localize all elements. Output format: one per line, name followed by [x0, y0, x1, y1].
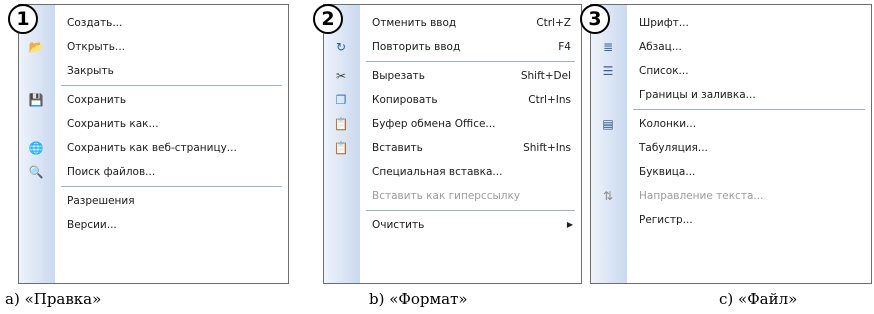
- paste-icon: 📋: [333, 141, 349, 155]
- menu-items: Шрифт... ≣ Абзац... ☰ Список... Границы и зал…: [591, 11, 871, 232]
- menu-item-1-6[interactable]: Сохранить как...: [19, 112, 288, 136]
- menu-item-2-2[interactable]: ↻ Повторить ввод F4: [324, 35, 581, 59]
- menu-item-1-5[interactable]: 💾 Сохранить: [19, 88, 288, 112]
- menu-item-label: Версии...: [67, 219, 117, 231]
- menu-item-1-10[interactable]: Разрешения: [19, 189, 288, 213]
- menu-item-label: Открыть...: [67, 41, 125, 53]
- menu-item-label: Создать...: [67, 17, 123, 29]
- menu-item-3-4[interactable]: Границы и заливка...: [591, 83, 871, 107]
- columns-icon: ▤: [602, 117, 614, 131]
- menu-item-2-9: Вставить как гиперссылку: [324, 184, 581, 208]
- shortcut-label: Ctrl+Z: [536, 17, 571, 29]
- shortcut-label: Ctrl+Ins: [528, 94, 571, 106]
- caption-fail: c) «Файл»: [719, 290, 798, 308]
- menu-item-label: Очистить: [372, 219, 425, 231]
- menu-item-label: Список...: [639, 65, 689, 77]
- menu-panel-format: Отменить ввод Ctrl+Z ↻ Повторить ввод F4 ✂ Выр…: [323, 4, 582, 284]
- menu-item-label: Повторить ввод: [372, 41, 461, 53]
- menu-item-3-10[interactable]: Регистр...: [591, 208, 871, 232]
- menu-item-label: Сохранить: [67, 94, 127, 106]
- web-page-icon: 🌐: [28, 141, 44, 155]
- menu-item-3-9: ⇅ Направление текста...: [591, 184, 871, 208]
- menu-item-label: Регистр...: [639, 214, 693, 226]
- menu-item-label: Сохранить как веб-страницу...: [67, 142, 237, 154]
- menu-item-label: Шрифт...: [639, 17, 689, 29]
- menu-item-label: Буфер обмена Office...: [372, 118, 496, 130]
- menu-item-2-8[interactable]: Специальная вставка...: [324, 160, 581, 184]
- menu-item-label: Абзац...: [639, 41, 682, 53]
- menu-item-2-7[interactable]: 📋 Вставить Shift+Ins: [324, 136, 581, 160]
- menu-item-label: Вставить как гиперссылку: [372, 190, 521, 202]
- menu-item-label: Буквица...: [639, 166, 696, 178]
- menu-item-label: Вырезать: [372, 70, 425, 82]
- list-icon: ☰: [602, 64, 614, 78]
- menu-item-1-7[interactable]: 🌐 Сохранить как веб-страницу...: [19, 136, 288, 160]
- menu-item-label: Направление текста...: [639, 190, 764, 202]
- menu-item-3-1[interactable]: Шрифт...: [591, 11, 871, 35]
- menu-item-3-6[interactable]: ▤ Колонки...: [591, 112, 871, 136]
- menu-items: Отменить ввод Ctrl+Z ↻ Повторить ввод F4 ✂ Выр…: [324, 11, 581, 237]
- menu-item-1-3[interactable]: Закрыть: [19, 59, 288, 83]
- menu-item-3-7[interactable]: Табуляция...: [591, 136, 871, 160]
- menu-item-label: Копировать: [372, 94, 438, 106]
- menu-item-2-5[interactable]: ❐ Копировать Ctrl+Ins: [324, 88, 581, 112]
- menu-item-label: Сохранить как...: [67, 118, 159, 130]
- menu-item-2-1[interactable]: Отменить ввод Ctrl+Z: [324, 11, 581, 35]
- menu-item-label: Отменить ввод: [372, 17, 457, 29]
- clipboard-icon: 📋: [333, 117, 349, 131]
- menu-item-1-1[interactable]: Создать...: [19, 11, 288, 35]
- save-icon: 💾: [28, 93, 44, 107]
- menu-item-1-8[interactable]: 🔍 Поиск файлов...: [19, 160, 288, 184]
- open-folder-icon: 📂: [28, 40, 44, 54]
- menu-item-label: Закрыть: [67, 65, 114, 77]
- menu-item-label: Вставить: [372, 142, 423, 154]
- scissors-icon: ✂: [335, 69, 347, 83]
- copy-icon: ❐: [335, 93, 347, 107]
- menu-item-label: Разрешения: [67, 195, 135, 207]
- menu-item-label: Поиск файлов...: [67, 166, 156, 178]
- menu-item-1-11[interactable]: Версии...: [19, 213, 288, 237]
- shortcut-label: F4: [558, 41, 571, 53]
- menu-panel-pravka: Создать... 📂 Открыть... Закрыть 💾 Сохранить Со…: [18, 4, 289, 284]
- menu-item-1-2[interactable]: 📂 Открыть...: [19, 35, 288, 59]
- badge-1: 1: [8, 4, 38, 34]
- menu-item-label: Табуляция...: [639, 142, 708, 154]
- file-search-icon: 🔍: [28, 165, 44, 179]
- text-direction-icon: ⇅: [602, 189, 614, 203]
- menu-item-label: Колонки...: [639, 118, 697, 130]
- menu-item-2-11[interactable]: Очистить ▶: [324, 213, 581, 237]
- menu-item-label: Специальная вставка...: [372, 166, 503, 178]
- menu-panel-fail: Шрифт... ≣ Абзац... ☰ Список... Границы и зал…: [590, 4, 872, 284]
- menu-items: Создать... 📂 Открыть... Закрыть 💾 Сохранить Со…: [19, 11, 288, 237]
- menu-item-label: Границы и заливка...: [639, 89, 756, 101]
- menu-item-2-4[interactable]: ✂ Вырезать Shift+Del: [324, 64, 581, 88]
- menu-item-2-6[interactable]: 📋 Буфер обмена Office...: [324, 112, 581, 136]
- paragraph-icon: ≣: [602, 40, 614, 54]
- menu-item-3-8[interactable]: Буквица...: [591, 160, 871, 184]
- badge-2: 2: [313, 4, 343, 34]
- caption-format: b) «Формат»: [369, 290, 468, 308]
- badge-3: 3: [580, 4, 610, 34]
- shortcut-label: Shift+Del: [520, 70, 571, 82]
- shortcut-label: Shift+Ins: [523, 142, 571, 154]
- menu-item-3-3[interactable]: ☰ Список...: [591, 59, 871, 83]
- submenu-arrow-icon: ▶: [566, 220, 573, 229]
- redo-icon: ↻: [335, 40, 347, 54]
- caption-pravka: а) «Правка»: [5, 290, 102, 308]
- menu-item-3-2[interactable]: ≣ Абзац...: [591, 35, 871, 59]
